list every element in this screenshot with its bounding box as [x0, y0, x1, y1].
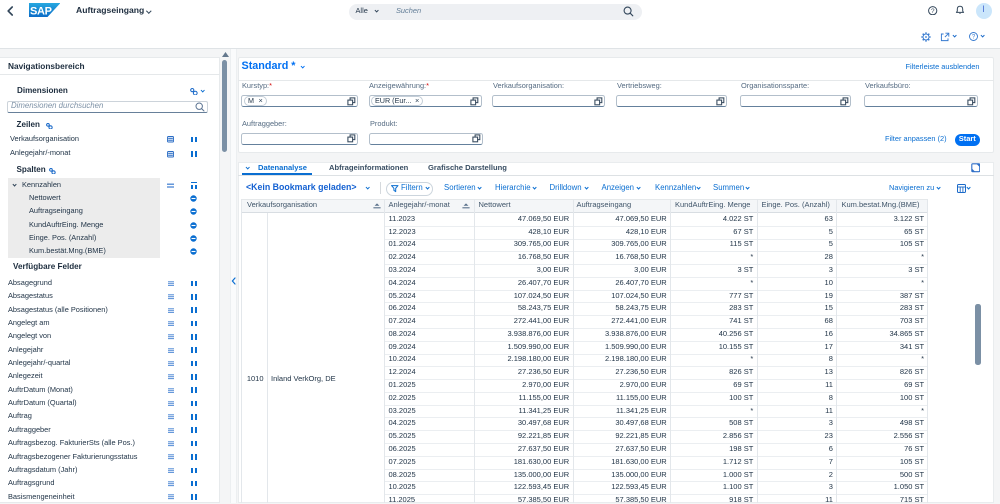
svg-text:SAP: SAP: [30, 6, 52, 17]
svg-text:?: ?: [931, 8, 935, 15]
